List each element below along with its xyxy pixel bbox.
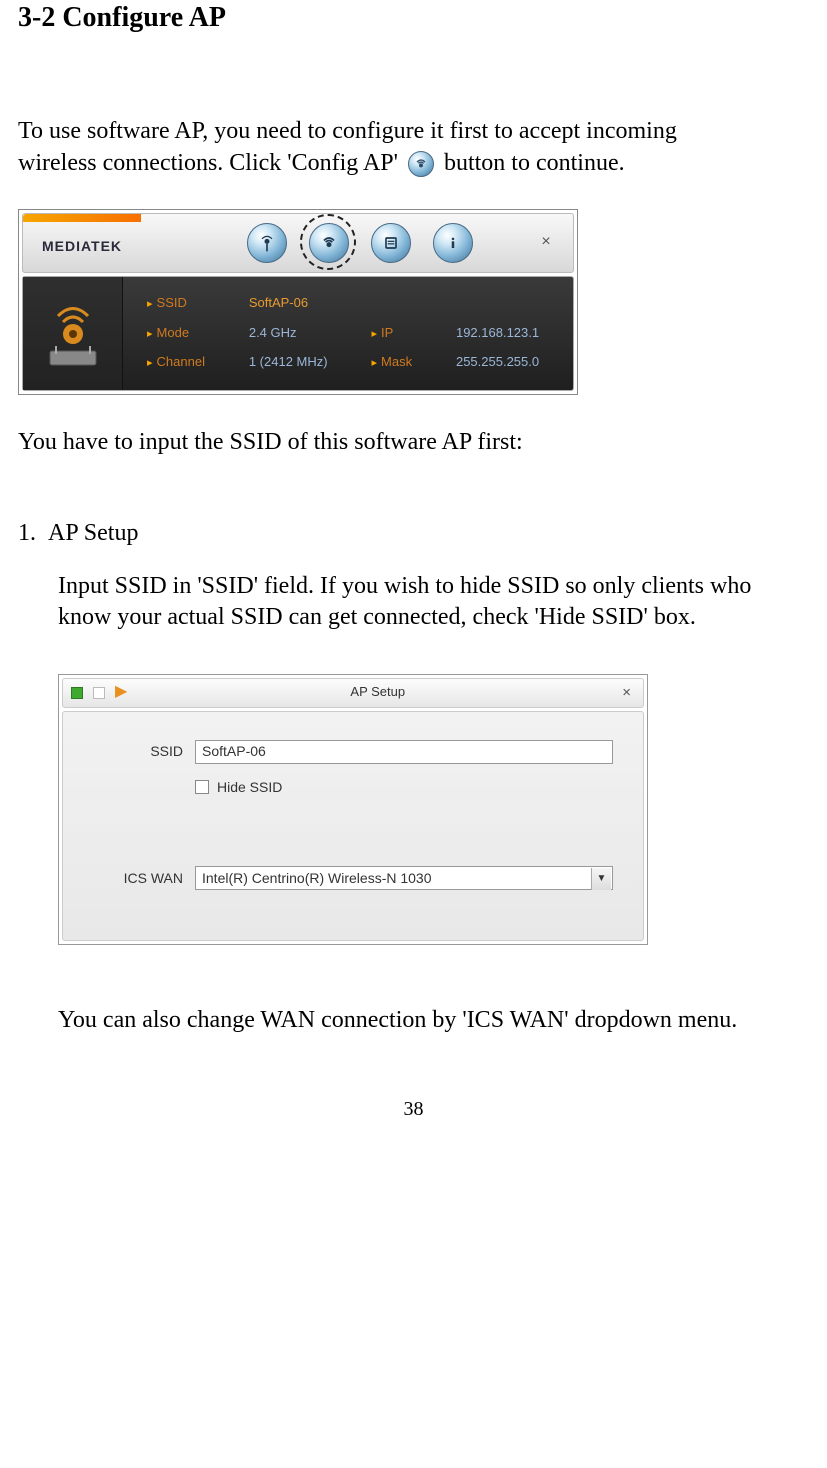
config-ap-icon <box>408 151 434 177</box>
nav-start-icon[interactable] <box>71 687 83 699</box>
close-button[interactable]: × <box>529 231 563 255</box>
paragraph-ap-setup-desc: Input SSID in 'SSID' field. If you wish … <box>58 571 809 633</box>
list-item-1: 1. AP Setup <box>18 518 809 549</box>
dropdown-arrow-icon[interactable]: ▼ <box>591 868 611 890</box>
intro-paragraph: To use software AP, you need to configur… <box>18 116 809 178</box>
list-title: AP Setup <box>48 520 138 546</box>
label-ip: IP <box>371 325 427 342</box>
row-ics-wan: ICS WAN Intel(R) Centrino(R) Wireless-N … <box>93 866 613 890</box>
value-mask: 255.255.255.0 <box>456 354 555 371</box>
window-body: SSID SoftAP-06 Hide SSID ICS WAN Intel(R… <box>62 711 644 941</box>
label-hide-ssid: Hide SSID <box>217 778 282 796</box>
list-icon[interactable] <box>371 223 411 263</box>
label-channel: Channel <box>147 354 221 371</box>
status-panel: SSID SoftAP-06 Mode 2.4 GHz IP 192.168.1… <box>22 276 574 391</box>
ics-wan-dropdown[interactable]: Intel(R) Centrino(R) Wireless-N 1030 ▼ <box>195 866 613 890</box>
info-icon[interactable] <box>433 223 473 263</box>
ssid-input[interactable]: SoftAP-06 <box>195 740 613 764</box>
label-ssid: SSID <box>147 295 221 312</box>
intro-line2b: button to continue. <box>444 150 625 176</box>
config-ap-button[interactable] <box>309 223 349 263</box>
hide-ssid-checkbox[interactable] <box>195 780 209 794</box>
screenshot-mediatek-panel: MEDIATEK × <box>18 209 578 395</box>
intro-line2a: wireless connections. Click 'Config AP' <box>18 150 404 176</box>
toolbar-icons <box>141 223 529 263</box>
paragraph-ics-wan: You can also change WAN connection by 'I… <box>58 1005 809 1036</box>
value-channel: 1 (2412 MHz) <box>249 354 344 371</box>
brand-logo: MEDIATEK <box>23 214 141 272</box>
status-grid: SSID SoftAP-06 Mode 2.4 GHz IP 192.168.1… <box>123 277 573 390</box>
highlight-ring <box>300 214 356 270</box>
screenshot-ap-setup-window: ▶ AP Setup × SSID SoftAP-06 Hide SSID IC… <box>58 674 648 945</box>
ics-wan-value: Intel(R) Centrino(R) Wireless-N 1030 <box>202 869 432 887</box>
value-ip: 192.168.123.1 <box>456 325 555 342</box>
window-title: AP Setup <box>137 684 618 701</box>
section-heading: 3-2 Configure AP <box>18 0 809 36</box>
antenna-icon[interactable] <box>247 223 287 263</box>
ap-device-icon <box>23 277 123 390</box>
window-titlebar: ▶ AP Setup × <box>62 678 644 708</box>
list-number: 1. <box>18 520 36 546</box>
toolbar: MEDIATEK × <box>22 213 574 273</box>
page-number: 38 <box>18 1096 809 1122</box>
label-mode: Mode <box>147 325 221 342</box>
value-mode: 2.4 GHz <box>249 325 344 342</box>
nav-arrow-icon[interactable]: ▶ <box>115 682 127 703</box>
brand-stripe <box>23 214 141 222</box>
label-ics-wan: ICS WAN <box>93 869 183 887</box>
row-ssid: SSID SoftAP-06 <box>93 740 613 764</box>
value-ssid: SoftAP-06 <box>249 295 555 312</box>
nav-step-icon <box>93 687 105 699</box>
caption-1: You have to input the SSID of this softw… <box>18 427 809 458</box>
brand-text: MEDIATEK <box>42 237 122 255</box>
row-hide-ssid: Hide SSID <box>195 778 613 796</box>
window-close-button[interactable]: × <box>618 683 635 703</box>
intro-line1: To use software AP, you need to configur… <box>18 118 677 144</box>
label-mask: Mask <box>371 354 427 371</box>
label-ssid-form: SSID <box>93 742 183 760</box>
